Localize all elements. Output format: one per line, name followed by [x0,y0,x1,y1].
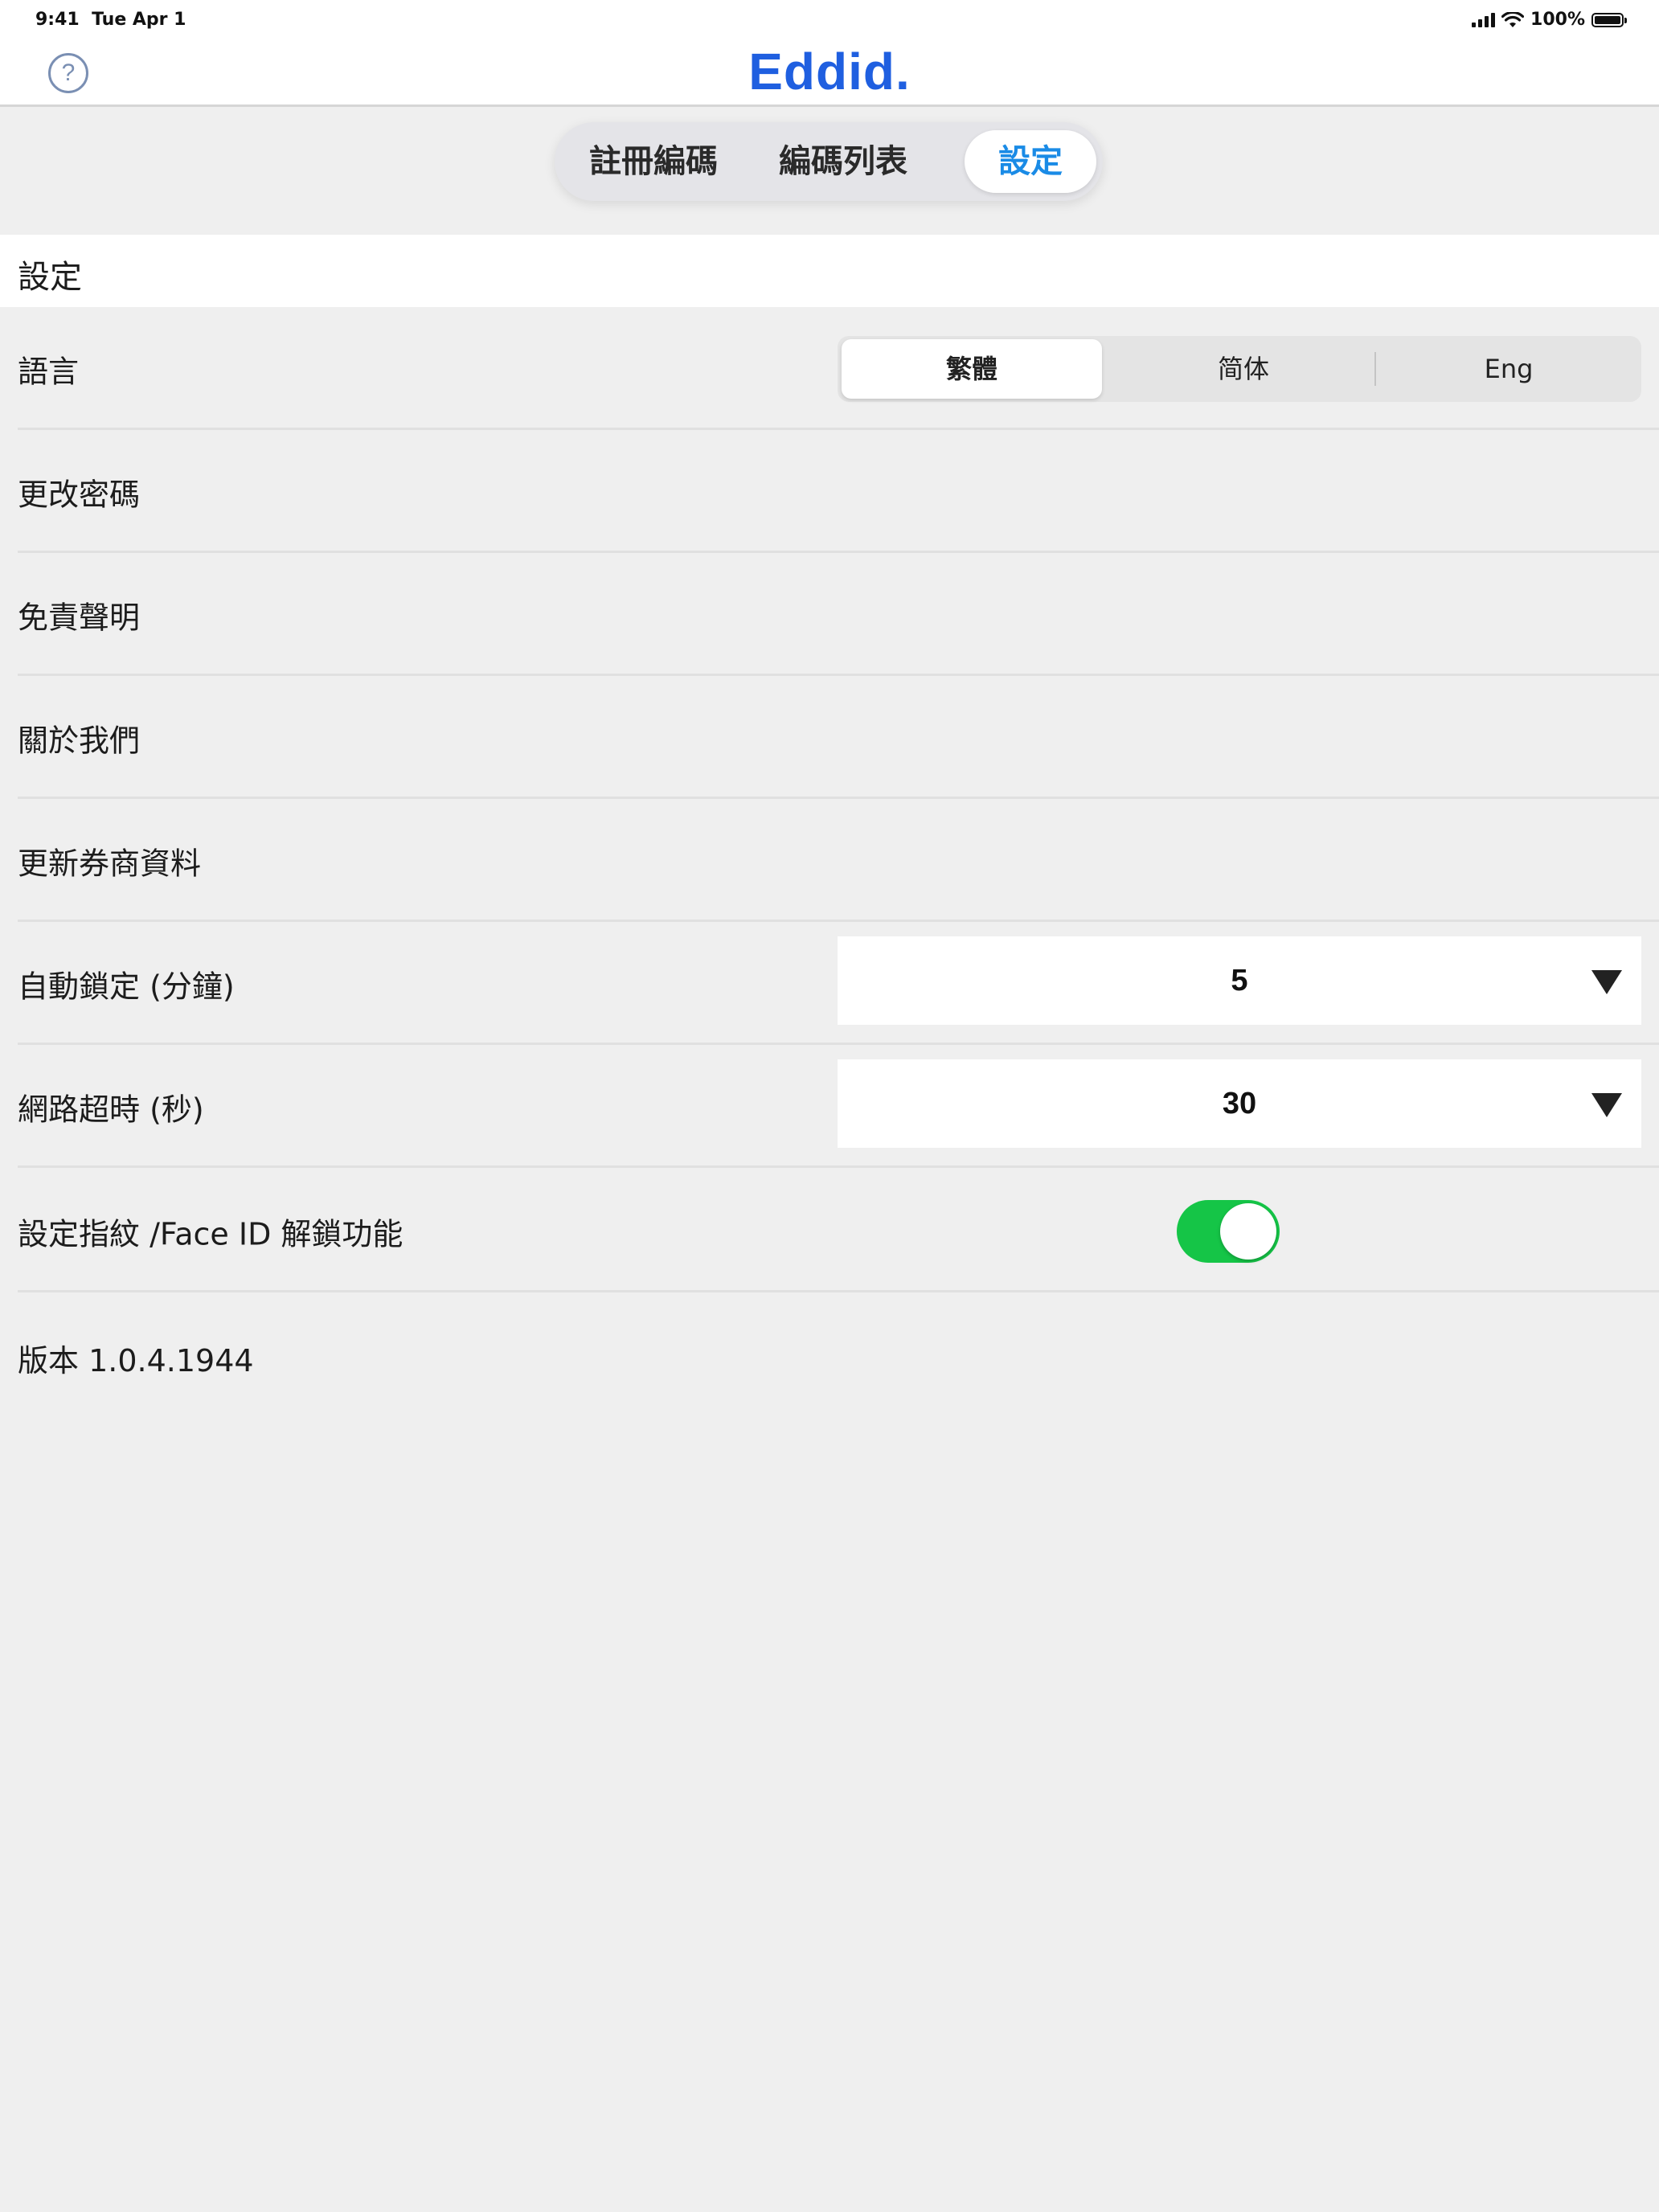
change-password-label: 更改密碼 [18,477,141,512]
tab-settings[interactable]: 設定 [965,130,1096,193]
battery-icon [1591,12,1627,27]
change-password-row[interactable]: 更改密碼 [0,430,1659,553]
section-header: 設定 [0,235,1659,307]
network-timeout-dropdown[interactable]: 30 [838,1059,1641,1148]
version-text: 版本 1.0.4.1944 [18,1343,254,1378]
language-segmented-control: 繁體 简体 Eng [838,336,1641,402]
network-timeout-value: 30 [1222,1087,1257,1120]
network-timeout-row: 網路超時 (秒) 30 [0,1045,1659,1168]
status-time: 9:41 Tue Apr 1 [35,10,186,30]
section-title: 設定 [18,259,82,296]
status-indicators: 100% [1472,10,1627,30]
biometric-label: 設定指紋 /Face ID 解鎖功能 [18,1216,403,1251]
language-option-simplified[interactable]: 简体 [1111,339,1376,399]
network-timeout-label: 網路超時 (秒) [18,1092,204,1127]
about-us-label: 關於我們 [18,723,141,758]
language-option-traditional[interactable]: 繁體 [842,339,1102,399]
tab-bar: 註冊編碼 編碼列表 設定 [555,122,1103,201]
status-time-text: 9:41 [35,10,80,30]
tab-register-code[interactable]: 註冊編碼 [571,130,736,193]
row-divider [18,1165,1659,1168]
cellular-signal-icon [1472,12,1496,27]
update-broker-row[interactable]: 更新券商資料 [0,799,1659,922]
language-row: 語言 繁體 简体 Eng [0,307,1659,430]
biometric-row: 設定指紋 /Face ID 解鎖功能 [0,1169,1659,1292]
status-bar: 9:41 Tue Apr 1 100% [0,0,1659,45]
auto-lock-row: 自動鎖定 (分鐘) 5 [0,922,1659,1045]
dropdown-arrow-icon [1591,970,1622,994]
update-broker-label: 更新券商資料 [18,846,202,881]
status-date-text: Tue Apr 1 [92,10,186,30]
language-option-english[interactable]: Eng [1376,339,1641,399]
dropdown-arrow-icon [1591,1093,1622,1117]
biometric-toggle[interactable] [1177,1200,1280,1263]
auto-lock-label: 自動鎖定 (分鐘) [18,969,235,1004]
language-label: 語言 [18,354,80,389]
disclaimer-row[interactable]: 免責聲明 [0,553,1659,676]
about-us-row[interactable]: 關於我們 [0,676,1659,799]
disclaimer-label: 免責聲明 [18,600,141,635]
auto-lock-dropdown[interactable]: 5 [838,936,1641,1025]
toggle-knob [1220,1203,1276,1260]
app-logo: Eddid. [748,43,911,100]
auto-lock-value: 5 [1231,964,1248,997]
nav-header: ? Eddid. [0,43,1659,107]
row-divider [18,1290,1659,1292]
tab-code-list[interactable]: 編碼列表 [759,130,928,193]
wifi-icon [1501,11,1525,27]
battery-percent: 100% [1530,10,1585,30]
